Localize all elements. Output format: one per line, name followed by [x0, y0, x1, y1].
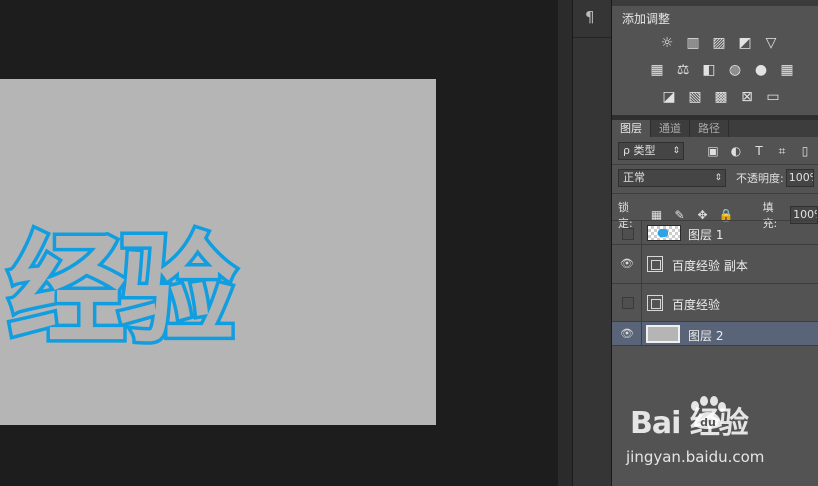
smart-object-icon: [647, 256, 663, 272]
channel-mixer-icon[interactable]: ●: [752, 62, 770, 78]
type-filter-icon[interactable]: T: [752, 144, 766, 159]
curves-icon[interactable]: ▨: [710, 35, 728, 51]
pixel-filter-icon[interactable]: ▣: [706, 144, 720, 159]
brightness-icon[interactable]: ☼: [658, 35, 676, 51]
filter-kind-label: ρ 类型: [623, 144, 656, 157]
opacity-label: 不透明度:: [736, 172, 784, 185]
baidu-jingyan-watermark: Bai 经验 du jingyan.baidu.com: [626, 396, 816, 474]
levels-icon[interactable]: ▥: [684, 35, 702, 51]
paw-text: du: [700, 416, 716, 429]
layer-thumbnail: [647, 225, 681, 241]
layer-name: 图层 1: [688, 228, 724, 242]
posterize-icon[interactable]: ▧: [686, 89, 704, 105]
divider: [641, 322, 642, 345]
blend-mode-value: 正常: [623, 171, 645, 184]
photo-filter-icon[interactable]: ◍: [726, 62, 744, 78]
black-white-icon[interactable]: ◧: [700, 62, 718, 78]
layer-row-baidu[interactable]: 百度经验: [612, 284, 818, 322]
paw-icon: du: [691, 396, 726, 429]
select-arrow-icon: ⇕: [714, 173, 722, 183]
divider: [641, 245, 642, 283]
layers-tab-bar: 图层 通道 路径: [612, 120, 818, 137]
strip-divider: [573, 37, 611, 38]
layer-thumbnail: [646, 325, 680, 343]
gradient-map-icon[interactable]: ▭: [764, 89, 782, 105]
collapsed-panel-strip: ¶: [572, 0, 612, 486]
adjustments-title: 添加调整: [622, 12, 671, 26]
layer-row-layer2[interactable]: 👁 图层 2: [612, 322, 818, 346]
divider: [612, 193, 818, 194]
document-canvas[interactable]: 经验: [0, 79, 436, 425]
tab-layers[interactable]: 图层: [612, 120, 651, 137]
layer-row-layer1[interactable]: 图层 1: [612, 221, 818, 245]
panel-gutter: [558, 0, 572, 486]
divider: [641, 221, 642, 244]
tab-channels[interactable]: 通道: [651, 120, 690, 137]
adjustments-row-2: ▦ ⚖ ◧ ◍ ● ▦: [648, 62, 796, 78]
visibility-toggle[interactable]: [622, 297, 634, 309]
exposure-icon[interactable]: ◩: [736, 35, 754, 51]
layer-name: 百度经验 副本: [672, 259, 748, 273]
color-lookup-icon[interactable]: ▦: [778, 62, 796, 78]
invert-icon[interactable]: ◪: [660, 89, 678, 105]
canvas-text-layer: 经验: [4, 221, 239, 359]
divider: [612, 164, 818, 165]
tab-paths[interactable]: 路径: [690, 120, 729, 137]
watermark-url: jingyan.baidu.com: [626, 448, 765, 466]
visibility-toggle[interactable]: [622, 228, 634, 240]
smart-object-filter-icon[interactable]: ▯: [798, 144, 812, 159]
eye-icon[interactable]: 👁: [620, 327, 634, 340]
selective-color-icon[interactable]: ⊠: [738, 89, 756, 105]
filter-icons: ▣ ◐ T ⌗ ▯: [706, 144, 812, 159]
hue-saturation-icon[interactable]: ▦: [648, 62, 666, 78]
vibrance-icon[interactable]: ▽: [762, 35, 780, 51]
opacity-input[interactable]: 100%: [785, 169, 814, 187]
divider: [641, 284, 642, 321]
filter-kind-select[interactable]: ρ 类型 ⇕: [618, 142, 684, 160]
layer-row-baidu-copy[interactable]: 👁 百度经验 副本: [612, 245, 818, 284]
document-workspace: 经验: [0, 0, 558, 486]
layer-filter-row: ρ 类型 ⇕ ▣ ◐ T ⌗ ▯: [618, 142, 812, 160]
layer-name: 百度经验: [672, 298, 721, 312]
threshold-icon[interactable]: ▩: [712, 89, 730, 105]
adjustment-filter-icon[interactable]: ◐: [729, 144, 743, 159]
adjustments-panel: 添加调整 ☼ ▥ ▨ ◩ ▽ ▦ ⚖ ◧ ◍ ● ▦ ◪ ▧ ▩ ⊠ ▭: [612, 0, 818, 115]
shape-filter-icon[interactable]: ⌗: [775, 144, 789, 159]
adjustments-tab-bar[interactable]: [612, 0, 818, 6]
select-arrow-icon: ⇕: [672, 146, 680, 156]
adjustments-row-3: ◪ ▧ ▩ ⊠ ▭: [660, 89, 782, 105]
blend-mode-select[interactable]: 正常 ⇕: [618, 169, 726, 187]
color-balance-icon[interactable]: ⚖: [674, 62, 692, 78]
layer-name: 图层 2: [688, 329, 724, 343]
smart-object-icon: [647, 295, 663, 311]
adjustments-row-1: ☼ ▥ ▨ ◩ ▽: [658, 35, 780, 51]
blend-row: 正常 ⇕ 不透明度: 100%: [618, 169, 814, 187]
eye-icon[interactable]: 👁: [620, 257, 634, 270]
paragraph-icon[interactable]: ¶: [585, 8, 595, 26]
